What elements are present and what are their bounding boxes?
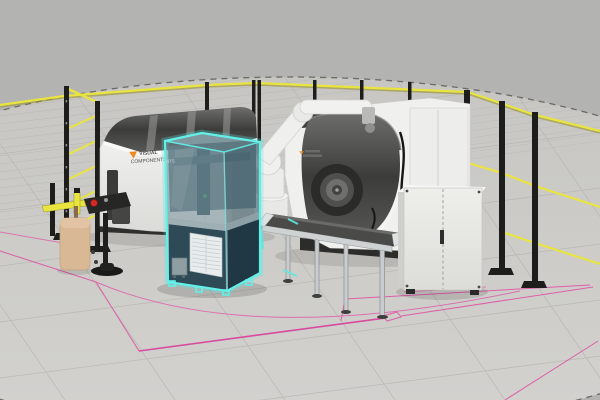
selected-enclosed-machine[interactable]: NTS — [157, 133, 267, 298]
logo-through-glass: NTS — [166, 159, 175, 164]
control-cabinet[interactable] — [396, 185, 488, 300]
estop-button[interactable] — [91, 200, 98, 207]
robot-forearm — [300, 100, 372, 114]
3d-viewport[interactable]: VISUAL COMPONENTS — [0, 0, 600, 400]
small-control-box — [172, 258, 187, 275]
logo-text-line1: VISUAL — [139, 150, 158, 157]
robot-wrist — [362, 107, 375, 124]
cabinet-handle[interactable] — [440, 230, 444, 244]
